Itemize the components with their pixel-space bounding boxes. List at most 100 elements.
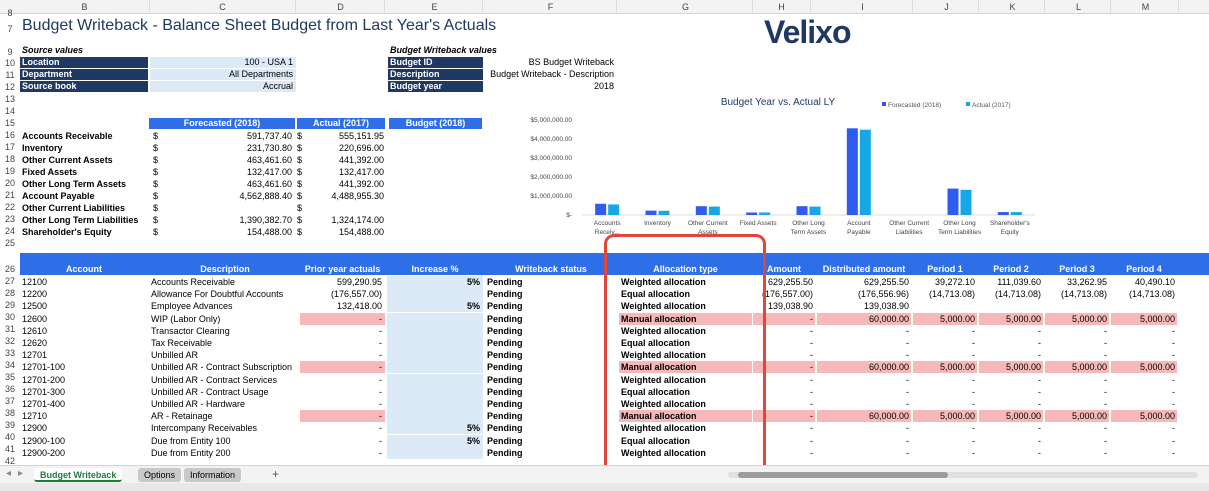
cell-acct[interactable]: 12600	[22, 313, 147, 325]
cell-status[interactable]: Pending	[487, 422, 615, 434]
cell-dist[interactable]: -	[817, 337, 911, 349]
cell-prior[interactable]: -	[300, 325, 385, 337]
cell-prior[interactable]: -	[300, 447, 385, 459]
row-number-12[interactable]: 12	[0, 82, 20, 92]
cell-p2[interactable]: -	[979, 325, 1043, 337]
table-header-8[interactable]: Period 1	[913, 264, 977, 274]
cell-acct[interactable]: 12710	[22, 410, 147, 422]
cell-p4[interactable]: (14,713.08)	[1111, 288, 1177, 300]
summary-forecast-value[interactable]: 231,730.80	[162, 142, 292, 154]
row-number-26[interactable]: 26	[0, 264, 20, 274]
cell-acct[interactable]: 12610	[22, 325, 147, 337]
cell-prior[interactable]: -	[300, 361, 385, 374]
row-number-11[interactable]: 11	[0, 70, 20, 80]
cell-p4[interactable]: -	[1111, 435, 1177, 447]
row-number-36[interactable]: 36	[0, 384, 20, 394]
cell-p3[interactable]	[1045, 300, 1109, 312]
tab-scroll-left-icon[interactable]: ◂	[6, 468, 11, 479]
cell-dist[interactable]: -	[817, 422, 911, 434]
cell-p2[interactable]: -	[979, 422, 1043, 434]
column-header-j[interactable]: J	[915, 0, 979, 14]
cell-p2[interactable]: 111,039.60	[979, 276, 1043, 288]
cell-dist[interactable]: -	[817, 349, 911, 361]
cell-acct[interactable]: 12900-100	[22, 435, 147, 447]
cell-status[interactable]: Pending	[487, 374, 615, 386]
cell-desc[interactable]: Employee Advances	[151, 300, 299, 312]
tab-information[interactable]: Information	[184, 468, 242, 482]
tab-budget-writeback[interactable]: Budget Writeback	[34, 468, 123, 482]
writeback-value-2[interactable]: 2018	[485, 81, 617, 92]
cell-p1[interactable]: -	[913, 398, 977, 410]
cell-status[interactable]: Pending	[487, 300, 615, 312]
cell-dist[interactable]: -	[817, 435, 911, 447]
cell-p2[interactable]: -	[979, 447, 1043, 459]
row-number-23[interactable]: 23	[0, 214, 20, 224]
cell-incr[interactable]	[387, 324, 483, 337]
row-number-27[interactable]: 27	[0, 276, 20, 286]
cell-p3[interactable]: -	[1045, 398, 1109, 410]
cell-desc[interactable]: Intercompany Receivables	[151, 422, 299, 434]
row-number-8[interactable]: 8	[0, 8, 20, 18]
cell-status[interactable]: Pending	[487, 386, 615, 398]
row-number-9[interactable]: 9	[0, 47, 20, 57]
cell-p3[interactable]: (14,713.08)	[1045, 288, 1109, 300]
summary-forecast-value[interactable]: 463,461.60	[162, 154, 292, 166]
cell-p1[interactable]: -	[913, 422, 977, 434]
cell-desc[interactable]: Tax Receivable	[151, 337, 299, 349]
cell-dist[interactable]: -	[817, 374, 911, 386]
cell-acct[interactable]: 12900-200	[22, 447, 147, 459]
row-number-15[interactable]: 15	[0, 118, 20, 128]
cell-p2[interactable]: -	[979, 349, 1043, 361]
cell-status[interactable]: Pending	[487, 349, 615, 361]
table-header-9[interactable]: Period 2	[979, 264, 1043, 274]
cell-prior[interactable]: -	[300, 337, 385, 349]
cell-p3[interactable]: -	[1045, 337, 1109, 349]
row-number-39[interactable]: 39	[0, 420, 20, 430]
cell-dist[interactable]: -	[817, 398, 911, 410]
cell-dist[interactable]: 60,000.00	[817, 312, 911, 325]
row-number-40[interactable]: 40	[0, 432, 20, 442]
summary-forecast-value[interactable]: 4,562,888.40	[162, 190, 292, 202]
summary-forecast-value[interactable]: 132,417.00	[162, 166, 292, 178]
row-number-24[interactable]: 24	[0, 226, 20, 236]
summary-forecast-value[interactable]: 1,390,382.70	[162, 214, 292, 226]
table-header-10[interactable]: Period 3	[1045, 264, 1109, 274]
row-number-37[interactable]: 37	[0, 396, 20, 406]
cell-p4[interactable]: -	[1111, 325, 1177, 337]
cell-acct[interactable]: 12701-200	[22, 374, 147, 386]
cell-p1[interactable]: -	[913, 325, 977, 337]
cell-status[interactable]: Pending	[487, 398, 615, 410]
cell-desc[interactable]: Unbilled AR - Hardware	[151, 398, 299, 410]
cell-p4[interactable]: -	[1111, 447, 1177, 459]
cell-prior[interactable]: -	[300, 422, 385, 434]
cell-incr[interactable]	[387, 337, 483, 349]
cell-desc[interactable]: Allowance For Doubtful Accounts	[151, 288, 299, 300]
cell-status[interactable]: Pending	[487, 361, 615, 373]
cell-incr[interactable]	[387, 410, 483, 423]
cell-incr[interactable]	[387, 373, 483, 386]
cell-p2[interactable]: -	[979, 435, 1043, 447]
cell-status[interactable]: Pending	[487, 325, 615, 337]
cell-incr[interactable]	[387, 385, 483, 398]
row-number-7[interactable]: 7	[0, 24, 20, 34]
row-number-17[interactable]: 17	[0, 142, 20, 152]
cell-desc[interactable]: Due from Entity 200	[151, 447, 299, 459]
table-header-3[interactable]: Increase %	[387, 264, 483, 274]
row-number-30[interactable]: 30	[0, 312, 20, 322]
cell-prior[interactable]: (176,557.00)	[300, 288, 385, 300]
cell-p2[interactable]	[979, 300, 1043, 312]
cell-p4[interactable]: -	[1111, 422, 1177, 434]
cell-acct[interactable]: 12100	[22, 276, 147, 288]
cell-p1[interactable]: -	[913, 447, 977, 459]
cell-p1[interactable]: (14,713.08)	[913, 288, 977, 300]
cell-incr[interactable]	[387, 446, 483, 459]
row-number-22[interactable]: 22	[0, 202, 20, 212]
cell-incr[interactable]: 5%	[387, 422, 483, 435]
row-number-41[interactable]: 41	[0, 444, 20, 454]
table-header-7[interactable]: Distributed amount	[817, 264, 911, 274]
cell-acct[interactable]: 12701-300	[22, 386, 147, 398]
cell-prior[interactable]: 132,418.00	[300, 300, 385, 312]
cell-status[interactable]: Pending	[487, 435, 615, 447]
cell-p1[interactable]: 5,000.00	[913, 312, 977, 325]
cell-p3[interactable]: -	[1045, 386, 1109, 398]
